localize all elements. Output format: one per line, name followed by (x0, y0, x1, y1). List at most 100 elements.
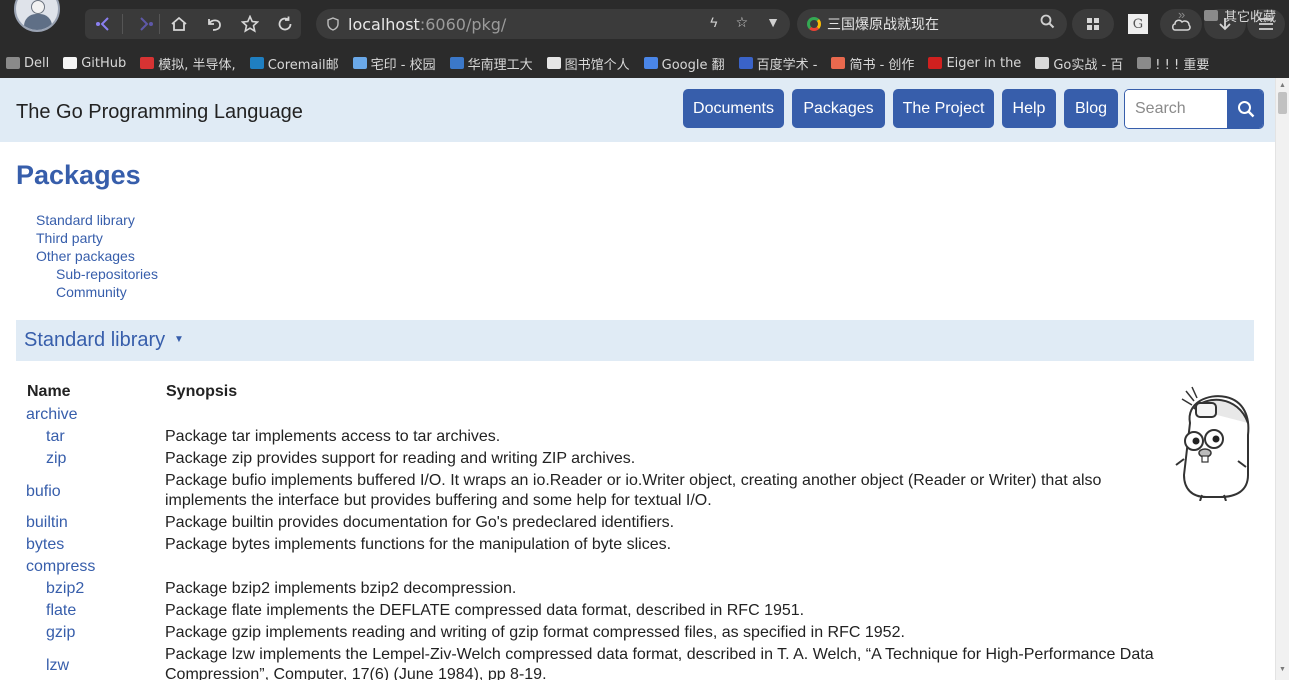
bookmark-item[interactable]: Eiger in the (928, 56, 1021, 71)
coremail-icon (249, 57, 264, 69)
site-search-button[interactable] (1227, 90, 1263, 128)
address-bar[interactable]: localhost:6060/pkg/ ϟ ☆ ▼ (316, 9, 790, 39)
bookmark-item[interactable]: 模拟, 半导体, (140, 54, 236, 73)
bookmark-label: 简书 - 创作 (849, 57, 915, 73)
home-button[interactable] (162, 9, 196, 39)
url-text[interactable]: localhost:6060/pkg/ (348, 15, 506, 34)
bookmark-label: 百度学术 - (756, 57, 818, 73)
other-bookmarks-folder[interactable]: 其它收藏 (1198, 6, 1276, 25)
bookmark-star-icon[interactable]: ☆ (736, 14, 749, 31)
package-link-tar[interactable]: tar (46, 427, 65, 447)
bookmark-item[interactable]: Dell (6, 56, 49, 71)
nav-project-button[interactable]: The Project (893, 89, 994, 128)
toc-link-other-packages[interactable]: Other packages (36, 247, 158, 265)
bookmark-label: Coremail邮 (267, 57, 339, 73)
site-search-input[interactable] (1125, 90, 1227, 128)
browser-search-text[interactable]: 三国爆原战就现在 (827, 14, 939, 34)
scroll-thumb[interactable] (1278, 92, 1287, 114)
dropdown-icon[interactable]: ▼ (766, 14, 780, 31)
package-link-bzip2[interactable]: bzip2 (46, 579, 84, 599)
section-title: Standard library (24, 329, 166, 351)
bookmark-item[interactable]: 华南理工大 (449, 54, 533, 73)
nav-documents-button[interactable]: Documents (683, 89, 784, 128)
bookmark-label: 图书馆个人 (564, 57, 630, 73)
package-link-gzip[interactable]: gzip (46, 623, 75, 643)
bookmark-label: Go实战 - 百 (1053, 57, 1124, 73)
search-engine-icon[interactable] (807, 17, 821, 31)
search-icon (1238, 101, 1255, 118)
package-synopsis: Package bufio implements buffered I/O. I… (165, 472, 1102, 509)
github-icon (63, 57, 78, 69)
bookmark-item[interactable]: 图书馆个人 (546, 54, 630, 73)
package-synopsis: Package gzip implements reading and writ… (165, 624, 905, 641)
nav-separator (122, 14, 123, 34)
favorites-button[interactable] (233, 9, 267, 39)
table-row: archive (0, 405, 1200, 425)
package-synopsis: Package flate implements the DEFLATE com… (165, 602, 805, 619)
package-link-bufio[interactable]: bufio (26, 482, 61, 502)
baidu-icon (738, 57, 753, 69)
page-scrollbar[interactable]: ▲ ▼ (1275, 78, 1289, 680)
package-link-flate[interactable]: flate (46, 601, 76, 621)
eiger-icon (928, 57, 943, 69)
package-link-lzw[interactable]: lzw (46, 656, 69, 676)
browser-toolbar: localhost:6060/pkg/ ϟ ☆ ▼ 三国爆原战就现在 G (0, 0, 1289, 48)
bookmark-label: 宅印 - 校园 (370, 57, 436, 73)
browser-search-box[interactable]: 三国爆原战就现在 (797, 9, 1067, 39)
apps-grid-button[interactable] (1072, 9, 1114, 39)
table-row: gzip Package gzip implements reading and … (0, 623, 1200, 643)
package-link-builtin[interactable]: builtin (26, 513, 68, 533)
bookmark-item[interactable]: 百度学术 - (738, 54, 818, 73)
table-row: bytes Package bytes implements functions … (0, 535, 1200, 555)
lightning-icon[interactable]: ϟ (710, 14, 717, 31)
package-link-compress[interactable]: compress (26, 557, 95, 577)
package-link-bytes[interactable]: bytes (26, 535, 64, 555)
folder-icon (1137, 57, 1152, 69)
bookmarks-bar: Dell GitHub 模拟, 半导体, Coremail邮 宅印 - 校园 华南理工大 图… (0, 48, 1289, 78)
toc-link-sub-repositories[interactable]: Sub-repositories (36, 265, 158, 283)
shield-icon[interactable] (326, 16, 340, 32)
bookmark-label: Google 翻 (661, 57, 725, 73)
home-icon (171, 16, 187, 31)
toc-link-community[interactable]: Community (36, 283, 158, 301)
package-link-archive[interactable]: archive (26, 405, 78, 425)
bookmark-item[interactable]: ! ! ! 重要 (1137, 54, 1209, 73)
extension-button[interactable]: G (1118, 9, 1158, 39)
undo-close-tab-button[interactable] (197, 9, 231, 39)
reload-button[interactable] (268, 9, 302, 39)
profile-avatar[interactable] (14, 0, 60, 32)
chevron-more-icon[interactable]: » (1178, 7, 1185, 22)
forward-button[interactable] (128, 9, 162, 39)
other-bookmarks-label: 其它收藏 (1224, 9, 1277, 24)
toc-link-third-party[interactable]: Third party (36, 229, 158, 247)
bookmark-item[interactable]: 简书 - 创作 (831, 54, 914, 73)
bookmark-item[interactable]: Coremail邮 (249, 54, 339, 73)
back-button[interactable] (87, 9, 121, 39)
toc-link-standard-library[interactable]: Standard library (36, 211, 158, 229)
package-link-zip[interactable]: zip (46, 449, 66, 469)
page-icon (546, 57, 561, 69)
gopher-mascot-image (1175, 386, 1250, 501)
table-row: bzip2 Package bzip2 implements bzip2 deco… (0, 579, 1200, 599)
nav-blog-button[interactable]: Blog (1064, 89, 1118, 128)
bookmark-item[interactable]: Go实战 - 百 (1035, 54, 1123, 73)
site-search (1124, 89, 1264, 129)
standard-library-toggle[interactable]: Standard library ▼ (16, 320, 1254, 361)
package-synopsis: Package zip provides support for reading… (165, 450, 636, 467)
jianshu-icon (831, 57, 846, 69)
reload-icon (278, 16, 292, 31)
bookmark-item[interactable]: 宅印 - 校园 (352, 54, 436, 73)
site-title[interactable]: The Go Programming Language (16, 101, 303, 124)
back-arrow-icon (96, 17, 109, 31)
search-icon[interactable] (1040, 14, 1055, 33)
nav-packages-button[interactable]: Packages (792, 89, 885, 128)
bookmark-item[interactable]: GitHub (63, 56, 126, 71)
scroll-up-icon[interactable]: ▲ (1279, 82, 1286, 89)
bookmark-item[interactable]: Google 翻 (643, 54, 725, 73)
bookmark-label: ! ! ! 重要 (1155, 57, 1210, 73)
table-row: tar Package tar implements access to tar … (0, 427, 1200, 447)
nav-help-button[interactable]: Help (1002, 89, 1056, 128)
folder-icon (6, 57, 20, 69)
scroll-down-icon[interactable]: ▼ (1279, 666, 1286, 673)
star-outline-icon (241, 15, 259, 33)
